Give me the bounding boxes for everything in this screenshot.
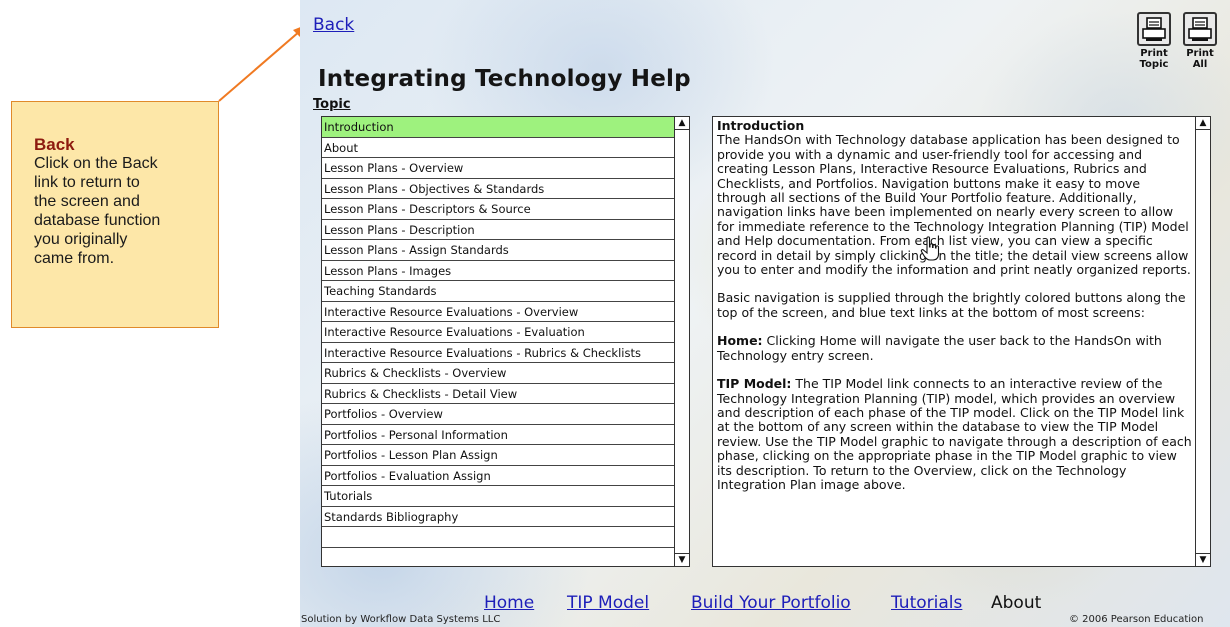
topic-list-item[interactable]: Interactive Resource Evaluations - Rubri… [322,343,674,363]
footer-build-portfolio-link[interactable]: Build Your Portfolio [691,593,851,613]
help-window: Back Integrating Technology Help Topic P… [300,0,1230,627]
topic-label: Topic [313,97,351,112]
help-content-text: Introduction The HandsOn with Technology… [717,118,1193,506]
topic-list-scrollbar[interactable]: ▲ ▼ [674,117,689,566]
topic-list-item[interactable]: Standards Bibliography [322,507,674,527]
printer-icon [1183,12,1217,46]
scroll-up-icon[interactable]: ▲ [675,117,689,130]
annotation-callout: Back Click on the Back link to return to… [11,101,219,328]
topic-list-item[interactable]: Portfolios - Lesson Plan Assign [322,445,674,466]
topic-list-item[interactable]: Interactive Resource Evaluations - Overv… [322,302,674,322]
content-definition: The TIP Model link connects to an intera… [717,376,1192,492]
printer-icon [1137,12,1171,46]
help-content-panel: Introduction The HandsOn with Technology… [712,116,1211,567]
content-paragraph: Home: Clicking Home will navigate the us… [717,333,1193,363]
topic-list-item[interactable]: Portfolios - Overview [322,404,674,425]
topic-list-item[interactable]: Teaching Standards [322,281,674,302]
topic-list-item[interactable]: Portfolios - Personal Information [322,425,674,445]
topic-list-item[interactable] [322,548,674,567]
topic-list-item[interactable]: Lesson Plans - Images [322,261,674,281]
callout-body: Click on the Back link to return to the … [34,155,161,267]
topic-list: Introduction About Lesson Plans - Overview… [321,116,690,567]
topic-items: Introduction About Lesson Plans - Overview… [322,117,674,567]
topic-list-item[interactable]: About [322,138,674,158]
page-title: Integrating Technology Help [318,66,691,92]
topic-list-item[interactable]: Lesson Plans - Descriptors & Source [322,199,674,220]
topic-list-item[interactable]: Lesson Plans - Objectives & Standards [322,179,674,199]
topic-list-item[interactable] [322,527,674,548]
scroll-down-icon[interactable]: ▼ [675,553,689,566]
topic-list-item[interactable]: Interactive Resource Evaluations - Evalu… [322,322,674,343]
content-paragraph: TIP Model: The TIP Model link connects t… [717,376,1193,492]
credit-left: Solution by Workflow Data Systems LLC [301,614,501,625]
content-definition: Clicking Home will navigate the user bac… [717,333,1162,363]
content-paragraph: The HandsOn with Technology database app… [717,132,1191,278]
topic-list-item[interactable]: Tutorials [322,486,674,507]
topic-list-item[interactable]: Lesson Plans - Assign Standards [322,240,674,261]
scroll-up-icon[interactable]: ▲ [1196,117,1210,130]
topic-list-item[interactable]: Portfolios - Evaluation Assign [322,466,674,486]
footer-tip-model-link[interactable]: TIP Model [567,593,649,613]
content-term: TIP Model: [717,376,792,392]
back-link[interactable]: Back [313,15,354,35]
footer-tutorials-link[interactable]: Tutorials [891,593,962,613]
content-heading: Introduction [717,118,805,133]
footer-about-current: About [991,593,1042,613]
print-all-label: Print All [1186,48,1214,70]
callout-title: Back [34,135,75,154]
topic-list-item[interactable]: Introduction [322,117,674,138]
content-scrollbar[interactable]: ▲ ▼ [1195,117,1210,566]
print-all-button[interactable]: Print All [1181,12,1219,70]
print-topic-label: Print Topic [1139,48,1169,70]
content-term: Home: [717,333,763,349]
scroll-down-icon[interactable]: ▼ [1196,553,1210,566]
topic-list-item[interactable]: Rubrics & Checklists - Overview [322,363,674,384]
topic-list-item[interactable]: Rubrics & Checklists - Detail View [322,384,674,404]
content-paragraph: Basic navigation is supplied through the… [717,290,1186,320]
print-topic-button[interactable]: Print Topic [1135,12,1173,70]
topic-list-item[interactable]: Lesson Plans - Overview [322,158,674,179]
hand-cursor-icon [920,236,940,261]
topic-list-item[interactable]: Lesson Plans - Description [322,220,674,240]
callout-arrow [218,24,308,102]
footer-home-link[interactable]: Home [484,593,534,613]
credit-right: © 2006 Pearson Education [1069,614,1204,625]
